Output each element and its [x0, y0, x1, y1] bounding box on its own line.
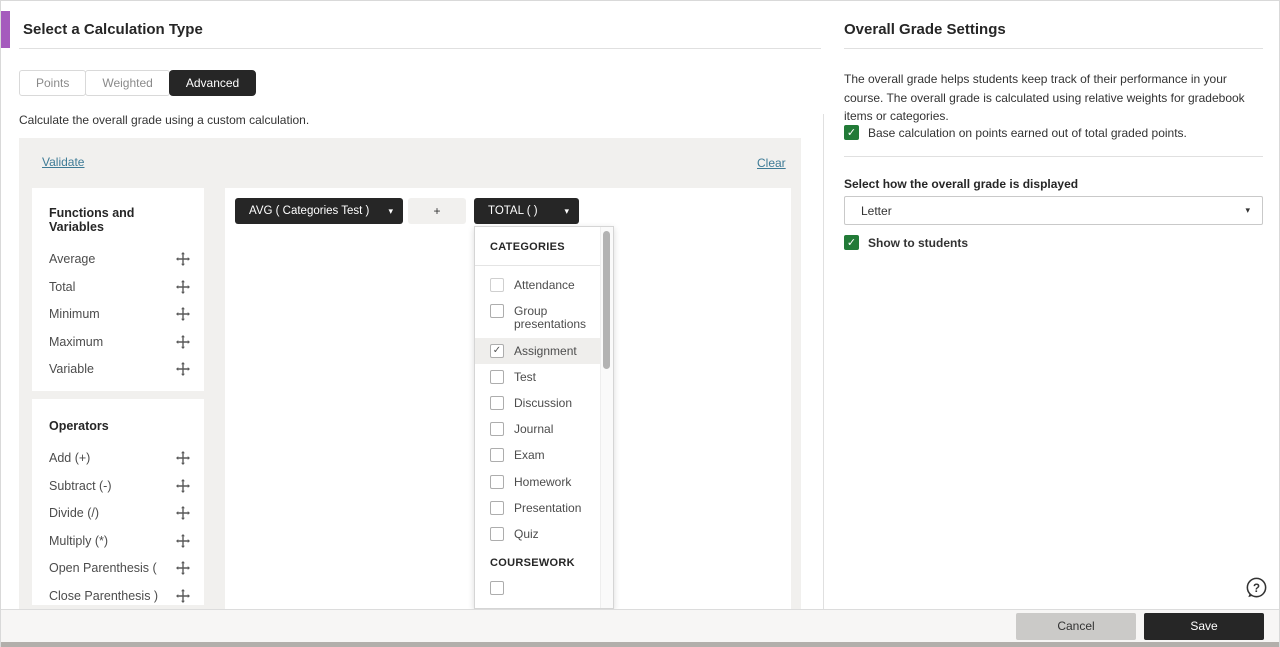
save-button[interactable]: Save: [1144, 612, 1264, 640]
move-icon[interactable]: [176, 588, 190, 603]
operators-panel-title: Operators: [49, 419, 109, 433]
checkbox-icon[interactable]: [490, 500, 504, 515]
tab-weighted[interactable]: Weighted: [85, 70, 170, 96]
category-option-exam[interactable]: Exam: [475, 442, 600, 468]
category-option-discussion[interactable]: Discussion: [475, 390, 600, 416]
function-item-average[interactable]: Average: [49, 250, 190, 268]
operator-item-add[interactable]: Add (+): [49, 449, 190, 467]
dropdown-section-categories: CATEGORIES: [490, 241, 565, 253]
coursework-option-partial[interactable]: [475, 577, 613, 596]
category-option-assignment[interactable]: ✓ Assignment: [475, 337, 600, 364]
svg-text:?: ?: [1253, 583, 1260, 595]
chevron-down-icon: ▾: [1245, 205, 1250, 215]
divider: [844, 48, 1263, 49]
base-calculation-label: Base calculation on points earned out of…: [868, 125, 1187, 140]
operator-item-close-paren[interactable]: Close Parenthesis ): [49, 587, 190, 605]
checkbox-icon[interactable]: [490, 422, 504, 437]
page-title: Select a Calculation Type: [23, 21, 203, 38]
move-icon[interactable]: [176, 334, 190, 349]
category-dropdown: CATEGORIES Attendance Group presentation…: [474, 226, 614, 609]
divider: [19, 48, 821, 49]
category-option-homework[interactable]: Homework: [475, 469, 600, 495]
tab-points[interactable]: Points: [19, 70, 87, 96]
divider: [844, 156, 1263, 157]
operator-item-multiply[interactable]: Multiply (*): [49, 532, 190, 550]
operators-panel: Operators Add (+) Subtract (-) Divide (/…: [32, 399, 204, 605]
operator-item-divide[interactable]: Divide (/): [49, 504, 190, 522]
category-option-attendance[interactable]: Attendance: [475, 272, 600, 298]
divider: [823, 114, 824, 609]
checkbox-icon[interactable]: [490, 581, 504, 596]
calculation-builder-panel: Validate Clear Functions and Variables A…: [19, 138, 801, 609]
function-item-minimum[interactable]: Minimum: [49, 305, 190, 323]
move-icon[interactable]: [176, 478, 190, 493]
move-icon[interactable]: [176, 252, 190, 266]
clear-link[interactable]: Clear: [757, 156, 786, 170]
checkbox-icon[interactable]: [490, 526, 504, 541]
dropdown-scrollbar[interactable]: [600, 227, 613, 608]
help-icon[interactable]: ?: [1244, 576, 1269, 601]
checkbox-icon[interactable]: [490, 278, 504, 292]
category-option-group-presentations[interactable]: Group presentations: [475, 298, 600, 337]
calculation-type-tabs: Points Weighted Advanced: [19, 70, 257, 96]
category-option-test[interactable]: Test: [475, 364, 600, 390]
move-icon[interactable]: [176, 279, 190, 294]
checkbox-icon[interactable]: [490, 448, 504, 463]
move-icon[interactable]: [176, 307, 190, 321]
category-option-presentation[interactable]: Presentation: [475, 495, 600, 521]
formula-chip-total[interactable]: TOTAL ( ) ▾: [474, 198, 579, 224]
window-edge: [1, 642, 1279, 647]
formula-chip-plus[interactable]: +: [408, 198, 466, 224]
checkbox-icon[interactable]: [490, 474, 504, 489]
cancel-button[interactable]: Cancel: [1016, 612, 1136, 640]
validate-link[interactable]: Validate: [42, 155, 84, 169]
show-to-students-label: Show to students: [868, 235, 968, 250]
move-icon[interactable]: [176, 362, 190, 376]
move-icon[interactable]: [176, 506, 190, 520]
chevron-down-icon: ▾: [564, 205, 569, 216]
function-item-variable[interactable]: Variable: [49, 360, 190, 378]
calculation-description: Calculate the overall grade using a cust…: [19, 113, 310, 127]
category-list: Attendance Group presentations ✓ Assignm…: [475, 272, 613, 547]
overall-grade-settings-description: The overall grade helps students keep tr…: [844, 72, 1245, 124]
operator-item-open-paren[interactable]: Open Parenthesis (: [49, 559, 190, 577]
accent-bar: [1, 11, 10, 48]
base-calculation-row: ✓ Base calculation on points earned out …: [844, 125, 1187, 140]
category-option-quiz[interactable]: Quiz: [475, 521, 600, 547]
function-item-total[interactable]: Total: [49, 278, 190, 296]
footer-bar: Cancel Save: [1, 609, 1279, 642]
checkbox-icon[interactable]: [490, 304, 504, 319]
move-icon[interactable]: [176, 451, 190, 465]
dropdown-section-coursework: COURSEWORK: [490, 557, 575, 570]
checkbox-icon[interactable]: [490, 395, 504, 410]
chevron-down-icon: ▾: [388, 205, 393, 216]
move-icon[interactable]: [176, 561, 190, 575]
overall-grade-settings-title: Overall Grade Settings: [844, 21, 1006, 38]
checkbox-icon[interactable]: [490, 369, 504, 384]
function-item-maximum[interactable]: Maximum: [49, 333, 190, 351]
grade-display-select[interactable]: Letter ▾: [844, 196, 1263, 225]
grade-display-value: Letter: [861, 203, 892, 218]
show-to-students-checkbox[interactable]: ✓: [844, 235, 859, 250]
divider: [475, 265, 600, 266]
category-option-journal[interactable]: Journal: [475, 416, 600, 442]
move-icon[interactable]: [176, 533, 190, 548]
grade-display-label: Select how the overall grade is displaye…: [844, 177, 1079, 191]
formula-chip-avg[interactable]: AVG ( Categories Test ) ▾: [235, 198, 403, 224]
tab-advanced[interactable]: Advanced: [168, 70, 257, 96]
main-content: Select a Calculation Type Points Weighte…: [1, 1, 1279, 609]
formula-canvas[interactable]: AVG ( Categories Test ) ▾ + TOTAL ( ) ▾ …: [225, 188, 791, 609]
base-calculation-checkbox[interactable]: ✓: [844, 125, 859, 140]
scrollbar-thumb[interactable]: [603, 231, 610, 369]
show-to-students-row: ✓ Show to students: [844, 235, 968, 250]
functions-panel: Functions and Variables Average Total Mi…: [32, 188, 204, 391]
functions-panel-title: Functions and Variables: [49, 206, 135, 234]
operator-item-subtract[interactable]: Subtract (-): [49, 477, 190, 495]
checkbox-checked-icon[interactable]: ✓: [490, 343, 504, 358]
